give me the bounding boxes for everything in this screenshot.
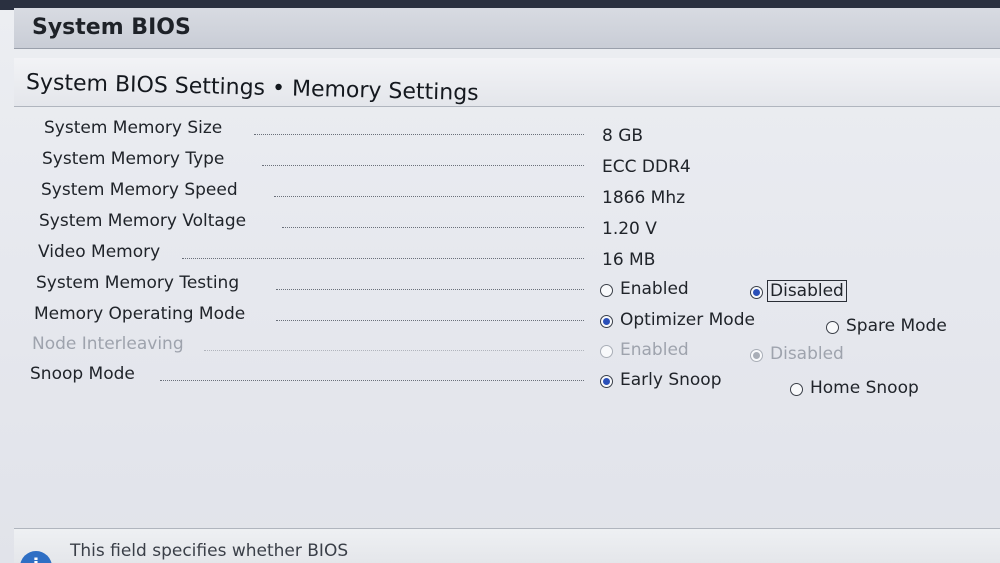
leader-dots [182, 258, 584, 259]
setting-row-system-memory-speed: System Memory Speed 1866 Mhz [14, 176, 1000, 208]
radio-button [600, 345, 613, 358]
help-text: This field specifies whether BIOS [70, 541, 349, 561]
radio-button[interactable] [790, 383, 803, 396]
setting-value: 16 MB [602, 250, 656, 270]
window-title: System BIOS [32, 15, 191, 40]
bios-screen: System BIOS System BIOS Settings • Memor… [0, 0, 1000, 563]
radio-label: Optimizer Mode [620, 310, 755, 330]
setting-label: System Memory Type [42, 149, 225, 169]
setting-value: 1866 Mhz [602, 188, 686, 208]
setting-row-video-memory: Video Memory 16 MB [14, 238, 1000, 270]
setting-row-system-memory-type: System Memory Type ECC DDR4 [14, 145, 1000, 177]
leader-dots [254, 134, 584, 135]
page-title: System BIOS Settings • Memory Settings [25, 70, 479, 107]
setting-label: Video Memory [38, 242, 161, 262]
setting-label: System Memory Testing [36, 273, 240, 293]
radio-label: Enabled [620, 340, 689, 360]
leader-dots [204, 350, 584, 351]
radio-button[interactable] [750, 286, 763, 299]
setting-row-snoop-mode[interactable]: Snoop Mode Early Snoop Home Snoop [14, 360, 1000, 398]
setting-label: System Memory Size [44, 118, 223, 138]
radio-label: Home Snoop [810, 378, 919, 398]
help-bar: i This field specifies whether BIOS [14, 528, 1000, 563]
settings-list: System Memory Size 8 GB System Memory Ty… [14, 106, 1000, 526]
leader-dots [274, 196, 584, 197]
setting-label: System Memory Speed [41, 180, 238, 200]
info-icon: i [20, 551, 52, 563]
setting-value: 1.20 V [602, 219, 657, 239]
setting-row-memory-operating-mode[interactable]: Memory Operating Mode Optimizer Mode Spa… [14, 300, 1000, 336]
setting-value: ECC DDR4 [602, 157, 691, 177]
setting-row-system-memory-size: System Memory Size 8 GB [14, 114, 1000, 146]
radio-label: Disabled [767, 280, 847, 302]
setting-label: Node Interleaving [32, 334, 184, 354]
leader-dots [262, 165, 584, 166]
leader-dots [276, 320, 584, 321]
leader-dots [282, 227, 584, 228]
page-header: System BIOS Settings • Memory Settings [14, 58, 1000, 107]
setting-label: Memory Operating Mode [34, 304, 246, 324]
radio-button[interactable] [600, 375, 613, 388]
radio-button[interactable] [600, 315, 613, 328]
setting-label: System Memory Voltage [39, 211, 247, 231]
window-title-bar: System BIOS [14, 8, 1000, 49]
radio-button[interactable] [600, 284, 613, 297]
leader-dots [276, 289, 584, 290]
setting-row-system-memory-testing[interactable]: System Memory Testing Enabled Disabled [14, 269, 1000, 302]
setting-value: 8 GB [602, 126, 644, 146]
radio-label: Early Snoop [620, 370, 722, 390]
radio-label: Enabled [620, 279, 689, 299]
setting-row-system-memory-voltage: System Memory Voltage 1.20 V [14, 207, 1000, 239]
setting-row-node-interleaving: Node Interleaving Enabled Disabled [14, 330, 1000, 364]
leader-dots [160, 380, 584, 381]
setting-label: Snoop Mode [30, 364, 135, 384]
